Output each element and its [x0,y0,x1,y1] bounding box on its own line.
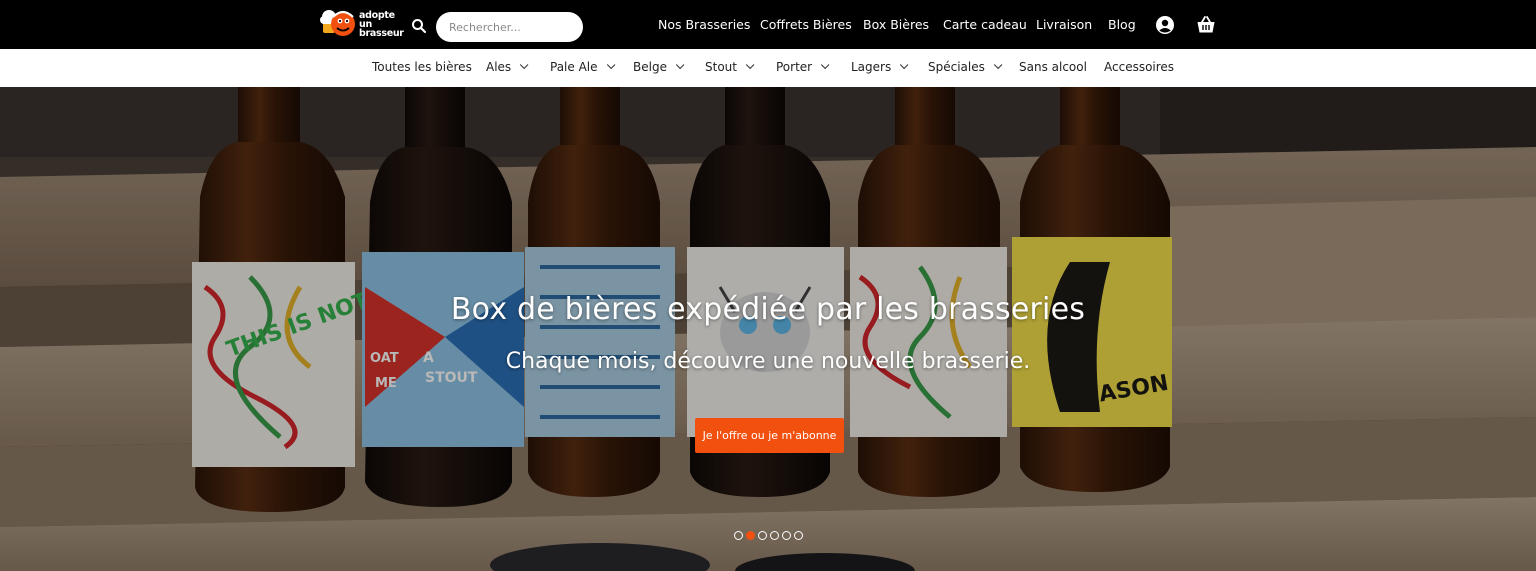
brand-logo[interactable]: adopte un brasseur [318,6,404,42]
hero-subtitle: Chaque mois, découvre une nouvelle brass… [505,349,1031,374]
category-label: Sans alcool [1019,60,1087,74]
chevron-down-icon [606,60,615,70]
category-label: Accessoires [1104,60,1175,74]
category-label: Spéciales [928,60,985,74]
subscribe-cta-button[interactable]: Je l'offre ou je m'abonne [695,418,844,453]
nav-nos-brasseries[interactable]: Nos Brasseries [658,17,750,32]
chevron-down-icon [675,60,685,70]
category-belge[interactable]: Belge [633,60,685,74]
chevron-down-icon [900,60,909,70]
chevron-down-icon [520,60,529,70]
category-label: Toutes les bières [372,60,472,74]
search-icon[interactable] [411,18,427,34]
chevron-down-icon [820,60,830,70]
nav-carte-cadeau[interactable]: Carte cadeau [943,17,1027,32]
category-label: Stout [705,60,737,74]
logo-mascot-icon [318,7,358,41]
category-porter[interactable]: Porter [776,60,830,74]
nav-box-bieres[interactable]: Box Bières [863,17,929,32]
hero-slider: THIS IS NOT A PILS A STOUT OAT ME SEASON… [0,87,1536,571]
slider-pagination [734,531,803,540]
category-label: Ales [486,60,512,74]
nav-blog[interactable]: Blog [1108,17,1136,32]
user-icon[interactable] [1155,15,1175,35]
nav-livraison[interactable]: Livraison [1036,17,1092,32]
category-stout[interactable]: Stout [705,60,755,74]
slider-dot-5[interactable] [782,531,791,540]
slider-dot-2[interactable] [746,531,755,540]
nav-coffrets-bieres[interactable]: Coffrets Bières [760,17,852,32]
slider-dot-4[interactable] [770,531,779,540]
chevron-down-icon [745,60,755,70]
category-label: Pale Ale [550,60,598,74]
category-accessoires[interactable]: Accessoires [1104,60,1174,74]
category-speciales[interactable]: Spéciales [928,60,1003,74]
category-pale-ale[interactable]: Pale Ale [550,60,615,74]
slider-dot-3[interactable] [758,531,767,540]
category-label: Lagers [851,60,892,74]
brand-wordmark: adopte un brasseur [359,10,404,39]
category-lagers[interactable]: Lagers [851,60,909,74]
category-label: Porter [776,60,813,74]
brand-line3: brasseur [359,27,404,39]
search-input[interactable] [436,12,583,42]
category-toutes-les-bieres[interactable]: Toutes les bières [372,60,472,74]
slider-dot-1[interactable] [734,531,743,540]
hero-overlay [0,87,1536,571]
hero-title: Box de bières expédiée par les brasserie… [450,292,1086,327]
top-bar: adopte un brasseur Nos Brasseries Coffre… [0,0,1536,49]
basket-icon[interactable] [1196,15,1216,35]
category-ales[interactable]: Ales [486,60,529,74]
slider-dot-6[interactable] [794,531,803,540]
chevron-down-icon [993,60,1003,70]
category-label: Belge [633,60,667,74]
category-sans-alcool[interactable]: Sans alcool [1019,60,1087,74]
category-nav: Toutes les bières Ales Pale Ale Belge St… [0,49,1536,87]
